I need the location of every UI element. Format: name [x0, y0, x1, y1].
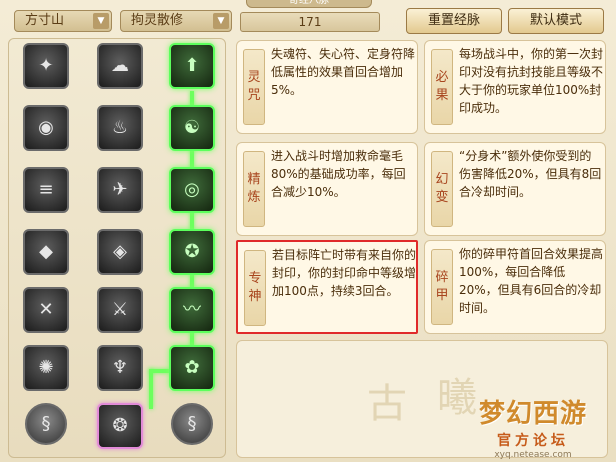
skill-node-icon[interactable]: ◆: [23, 229, 69, 275]
card-tag: 必果: [431, 49, 453, 125]
meridian-card[interactable]: 必果 每场战斗中，你的第一次封印对没有抗封技能且等级不大于你的玩家单位100%封…: [424, 40, 606, 134]
skill-node-icon[interactable]: ✈: [97, 167, 143, 213]
skill-node-active-icon[interactable]: ◎: [169, 167, 215, 213]
background-ornament: 古: [367, 381, 407, 427]
card-tag: 精炼: [243, 151, 265, 227]
meridian-card[interactable]: 幻变 “分身术”额外使你受到的伤害降低20%，但具有8回合冷却时间。: [424, 142, 606, 236]
meridian-card[interactable]: 精炼 进入战斗时增加救命毫毛80%的基础成功率，每回合减少10%。: [236, 142, 418, 236]
skill-node-icon[interactable]: ✕: [23, 287, 69, 333]
skill-node-active-icon[interactable]: ⬆: [169, 43, 215, 89]
skill-node-active-icon[interactable]: 〰: [169, 287, 215, 333]
default-mode-button[interactable]: 默认模式: [508, 8, 604, 34]
game-logo: 梦幻西游 官方论坛 xyq.netease.com: [458, 393, 608, 460]
school-select[interactable]: 方寸山 ▼: [14, 10, 112, 32]
card-description: 若目标阵亡时带有来自你的封印，你的封印命中等级增加100点，持续3回合。: [272, 248, 416, 298]
skill-node-icon[interactable]: §: [171, 403, 213, 445]
reset-meridian-button[interactable]: 重置经脉: [406, 8, 502, 34]
skill-tree-panel: ✦ ◉ ≡ ◆ ✕ ✺ § ☁ ♨ ✈ ◈ ⚔ ♆ ❂ ⬆ ☯ ◎ ✪ 〰 ✿ …: [8, 38, 226, 458]
card-description: “分身术”额外使你受到的伤害降低20%，但具有8回合冷却时间。: [459, 149, 602, 199]
card-tag: 灵咒: [243, 49, 265, 125]
branch-select[interactable]: 拘灵散修 ▼: [120, 10, 232, 32]
skill-node-icon[interactable]: ✦: [23, 43, 69, 89]
skill-node-icon[interactable]: ◉: [23, 105, 69, 151]
card-tag: 专神: [244, 250, 266, 326]
skill-node-active-icon[interactable]: ✿: [169, 345, 215, 391]
meridian-window: 奇经八脉 方寸山 ▼ 拘灵散修 ▼ 171 重置经脉 默认模式 ✦ ◉ ≡ ◆ …: [0, 0, 616, 462]
card-description: 失魂符、失心符、定身符降低属性的效果首回合增加5%。: [271, 47, 415, 97]
skill-node-icon[interactable]: §: [25, 403, 67, 445]
meridian-points: 171: [240, 12, 380, 32]
chevron-down-icon: ▼: [93, 13, 109, 29]
skill-node-icon[interactable]: ♨: [97, 105, 143, 151]
skill-node-icon[interactable]: ⚔: [97, 287, 143, 333]
card-description: 每场战斗中，你的第一次封印对没有抗封技能且等级不大于你的玩家单位100%封印成功…: [459, 47, 603, 115]
card-description: 你的碎甲符首回合效果提高100%，每回合降低20%，但具有6回合的冷却时间。: [459, 247, 603, 315]
logo-url: xyq.netease.com: [494, 450, 572, 460]
card-tag: 碎甲: [431, 249, 453, 325]
skill-node-icon[interactable]: ♆: [97, 345, 143, 391]
skill-node-active-icon[interactable]: ✪: [169, 229, 215, 275]
card-tag: 幻变: [431, 151, 453, 227]
skill-node-icon[interactable]: ≡: [23, 167, 69, 213]
school-select-value: 方寸山: [25, 13, 65, 28]
logo-subtitle: 官方论坛: [497, 433, 569, 449]
skill-node-icon[interactable]: ☁: [97, 43, 143, 89]
branch-select-value: 拘灵散修: [131, 13, 184, 28]
meridian-card[interactable]: 碎甲 你的碎甲符首回合效果提高100%，每回合降低20%，但具有6回合的冷却时间…: [424, 240, 606, 334]
skill-node-active-icon[interactable]: ☯: [169, 105, 215, 151]
card-description: 进入战斗时增加救命毫毛80%的基础成功率，每回合减少10%。: [271, 149, 406, 199]
skill-node-icon[interactable]: ✺: [23, 345, 69, 391]
window-title-tab: 奇经八脉: [246, 0, 372, 8]
meridian-card[interactable]: 灵咒 失魂符、失心符、定身符降低属性的效果首回合增加5%。: [236, 40, 418, 134]
meridian-card-highlighted[interactable]: 专神 若目标阵亡时带有来自你的封印，你的封印命中等级增加100点，持续3回合。: [236, 240, 418, 334]
skill-node-icon[interactable]: ◈: [97, 229, 143, 275]
chevron-down-icon: ▼: [213, 13, 229, 29]
skill-node-selected-icon[interactable]: ❂: [97, 403, 143, 449]
logo-title: 梦幻西游: [478, 399, 587, 429]
active-path-connector: [149, 369, 153, 409]
